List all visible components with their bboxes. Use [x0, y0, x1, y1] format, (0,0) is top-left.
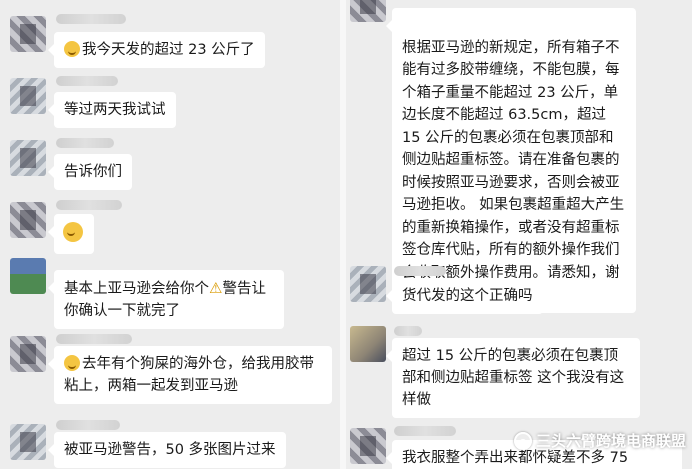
- message-bubble[interactable]: 我今天发的超过 23 公斤了: [48, 32, 265, 68]
- message-text: 被亚马逊警告，50 多张图片过来: [64, 442, 276, 458]
- sender-name: [56, 14, 126, 24]
- message-text: 超过 15 公斤的包裹必须在包裹顶部和侧边贴超重标签 这个我没有这样做: [402, 348, 625, 408]
- message-text: 去年有个狗屎的海外仓，给我用胶带粘上，两箱一起发到亚马逊: [64, 356, 314, 394]
- avatar[interactable]: [350, 326, 386, 362]
- message-text: 基本上亚马逊会给你个: [64, 281, 209, 297]
- message-text: 货代发的这个正确吗: [402, 288, 533, 304]
- message-bubble[interactable]: 等过两天我试试: [48, 92, 176, 128]
- avatar[interactable]: [10, 78, 46, 114]
- message-bubble[interactable]: 去年有个狗屎的海外仓，给我用胶带粘上，两箱一起发到亚马逊: [48, 346, 332, 404]
- sweat-emoji-icon: [64, 355, 80, 371]
- right-chat-panel: 根据亚马逊的新规定，所有箱子不能有过多胶带缠绕，不能包膜，每个箱子重量不能超过 …: [346, 0, 692, 469]
- watermark: 三头六臂跨境电商联盟: [513, 430, 686, 451]
- sender-name: [56, 420, 120, 430]
- smile-emoji-icon: [64, 41, 80, 57]
- sender-name: [56, 200, 122, 210]
- avatar[interactable]: [350, 0, 386, 22]
- message-text: 告诉你们: [64, 164, 122, 180]
- message-text: 我衣服整个弄出来都怀疑差不多 75: [402, 450, 629, 466]
- avatar[interactable]: [10, 336, 46, 372]
- avatar[interactable]: [10, 16, 46, 52]
- warning-icon: ⚠: [209, 279, 223, 297]
- sender-name: [56, 334, 132, 344]
- message-text: 根据亚马逊的新规定，所有箱子不能有过多胶带缠绕，不能包膜，每个箱子重量不能超过 …: [402, 39, 625, 304]
- left-chat-panel: 我今天发的超过 23 公斤了 等过两天我试试 告诉你们 基本上亚马逊会给你个⚠警…: [0, 0, 340, 469]
- avatar[interactable]: [350, 266, 386, 302]
- message-bubble[interactable]: 基本上亚马逊会给你个⚠警告让你确认一下就完了: [48, 270, 284, 329]
- avatar[interactable]: [10, 258, 46, 294]
- message-text: 我今天发的超过 23 公斤了: [82, 42, 255, 58]
- sender-name: [56, 76, 118, 86]
- avatar[interactable]: [10, 140, 46, 176]
- message-bubble[interactable]: 货代发的这个正确吗: [386, 278, 543, 314]
- message-text: 等过两天我试试: [64, 102, 166, 118]
- avatar[interactable]: [350, 428, 386, 464]
- sweat-emoji-icon: [63, 222, 83, 242]
- avatar[interactable]: [10, 424, 46, 460]
- watermark-text: 三头六臂跨境电商联盟: [535, 432, 686, 450]
- sender-name: [394, 326, 422, 336]
- message-bubble[interactable]: 超过 15 公斤的包裹必须在包裹顶部和侧边贴超重标签 这个我没有这样做: [386, 338, 640, 418]
- message-bubble[interactable]: 告诉你们: [48, 154, 132, 190]
- message-bubble[interactable]: 被亚马逊警告，50 多张图片过来: [48, 432, 286, 468]
- avatar[interactable]: [10, 202, 46, 238]
- sender-name: [394, 266, 446, 276]
- sender-name: [56, 138, 114, 148]
- wechat-official-account-icon: [513, 431, 532, 450]
- sender-name: [394, 426, 456, 436]
- message-bubble[interactable]: [48, 214, 94, 254]
